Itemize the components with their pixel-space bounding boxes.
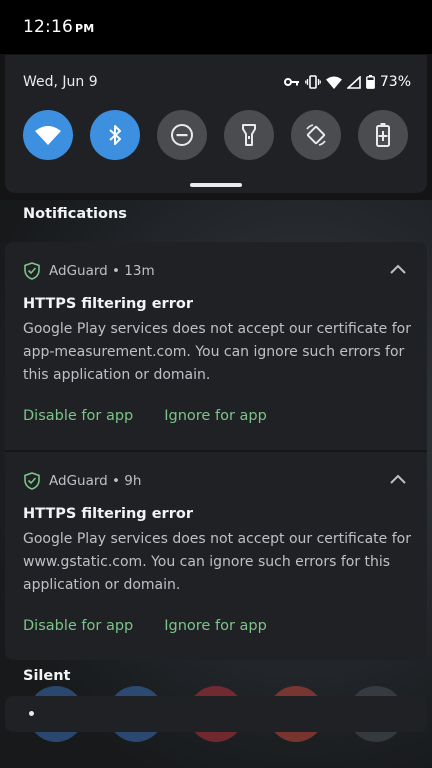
- notification-app-time: AdGuard • 9h: [49, 473, 142, 489]
- do-not-disturb-icon: [171, 124, 193, 146]
- notification-card-1[interactable]: AdGuard • 13m HTTPS filtering error Goog…: [5, 242, 427, 450]
- drag-handle[interactable]: [190, 183, 242, 187]
- notification-app-time: AdGuard • 13m: [49, 263, 155, 279]
- disable-for-app-button[interactable]: Disable for app: [23, 408, 133, 424]
- vpn-key-icon: [283, 78, 299, 86]
- notification-title: HTTPS filtering error: [23, 506, 193, 522]
- flashlight-icon: [242, 124, 256, 146]
- notification-title: HTTPS filtering error: [23, 296, 193, 312]
- cell-signal-icon: [346, 75, 361, 89]
- notification-header: AdGuard • 13m: [23, 262, 407, 280]
- notification-body: Google Play services does not accept our…: [23, 531, 411, 593]
- auto-rotate-tile[interactable]: [291, 110, 341, 160]
- notification-body: Google Play services does not accept our…: [23, 321, 411, 383]
- notification-card-2[interactable]: AdGuard • 9h HTTPS filtering error Googl…: [5, 452, 427, 660]
- notification-header: AdGuard • 9h: [23, 472, 407, 490]
- battery-percent: 73%: [379, 74, 411, 90]
- wifi-tile[interactable]: [23, 110, 73, 160]
- ignore-for-app-button[interactable]: Ignore for app: [164, 618, 267, 634]
- status-bar: 12:16 PM: [0, 0, 432, 54]
- vibrate-icon: [305, 75, 321, 89]
- flashlight-tile[interactable]: [224, 110, 274, 160]
- quick-settings-tiles: [23, 110, 408, 160]
- wifi-signal-icon: [325, 76, 342, 89]
- bluetooth-icon: [109, 125, 121, 145]
- notification-divider: [5, 450, 427, 452]
- auto-rotate-icon: [306, 124, 326, 146]
- ignore-for-app-button[interactable]: Ignore for app: [164, 408, 267, 424]
- adguard-shield-icon: [24, 262, 40, 280]
- notification-actions: Disable for app Ignore for app: [23, 408, 267, 424]
- notifications-section-title: Notifications: [23, 206, 127, 222]
- bluetooth-tile[interactable]: [90, 110, 140, 160]
- wifi-icon: [35, 126, 61, 145]
- clock: 12:16 PM: [23, 17, 95, 37]
- silent-notification-dot: [29, 711, 34, 716]
- adguard-shield-icon: [24, 472, 40, 490]
- quick-settings-header: Wed, Jun 9 73%: [23, 71, 411, 93]
- chevron-up-icon[interactable]: [389, 471, 407, 489]
- quick-settings-panel: Wed, Jun 9 73%: [5, 55, 427, 193]
- silent-notification-card[interactable]: [5, 696, 427, 732]
- date-label[interactable]: Wed, Jun 9: [23, 74, 98, 90]
- battery-saver-icon: [376, 123, 390, 147]
- silent-section-title: Silent: [23, 668, 71, 684]
- battery-icon: [365, 75, 375, 89]
- disable-for-app-button[interactable]: Disable for app: [23, 618, 133, 634]
- system-status-icons: 73%: [283, 74, 411, 90]
- do-not-disturb-tile[interactable]: [157, 110, 207, 160]
- notification-actions: Disable for app Ignore for app: [23, 618, 267, 634]
- battery-saver-tile[interactable]: [358, 110, 408, 160]
- chevron-up-icon[interactable]: [389, 261, 407, 279]
